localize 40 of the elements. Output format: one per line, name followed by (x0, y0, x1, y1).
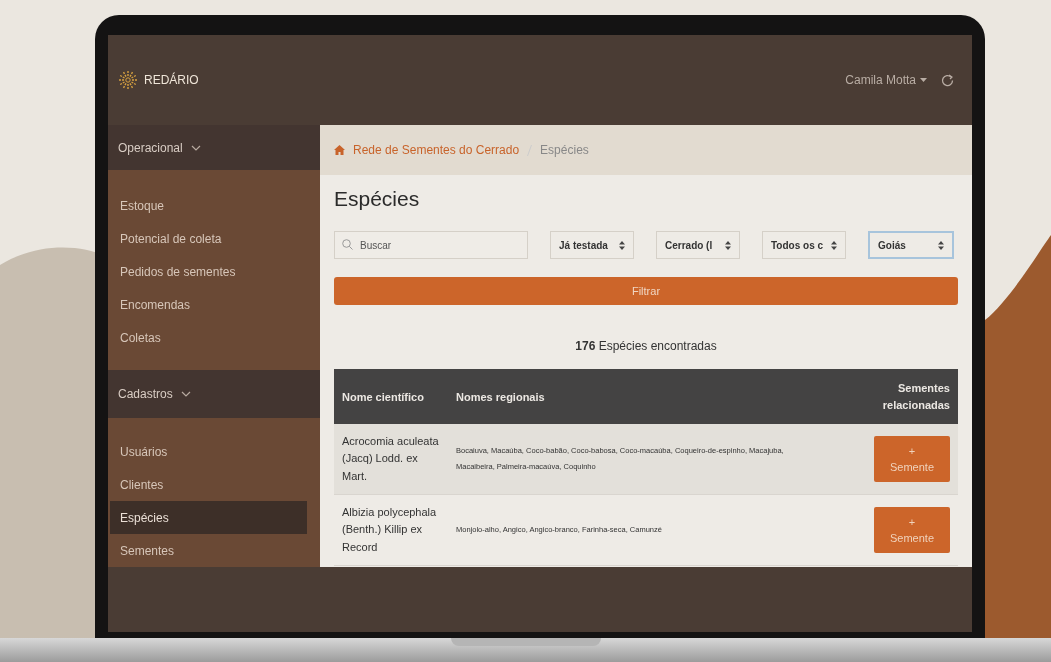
breadcrumb-link[interactable]: Rede de Sementes do Cerrado (353, 143, 520, 157)
add-seed-button[interactable]: + Semente (874, 436, 950, 482)
sort-arrows-icon (831, 240, 837, 250)
page-title: Espécies (334, 187, 421, 212)
user-menu[interactable]: Camila Motta (845, 73, 916, 87)
add-seed-button[interactable]: + Semente (874, 507, 950, 553)
filter-button[interactable]: Filtrar (334, 277, 958, 305)
sort-arrows-icon (619, 240, 625, 250)
menu-group-header[interactable]: Operacional (108, 125, 320, 170)
column-header: Nome científico (342, 390, 425, 403)
sidebar-item[interactable]: Coletas (110, 321, 307, 354)
sidebar-item[interactable]: Pedidos de sementes (110, 255, 307, 288)
brand-name: REDÁRIO (144, 73, 199, 87)
filter-dropdown[interactable]: Todos os c (762, 231, 846, 259)
caret-icon[interactable] (920, 77, 927, 83)
sidebar-item[interactable]: Potencial de coleta (110, 222, 307, 255)
sort-arrows-icon (725, 240, 731, 250)
sidebar-item[interactable]: Estoque (110, 189, 307, 222)
chevron-icon (180, 390, 191, 398)
breadcrumb-current: Espécies (540, 143, 589, 157)
scientific-name: Acrocomia aculeata (Jacq) Lodd. ex Mart. (342, 434, 440, 484)
sidebar-item[interactable]: Sementes (110, 534, 307, 567)
scientific-name: Albizia polycephala (Benth.) Killip ex Record (342, 505, 438, 555)
sidebar-item[interactable]: Encomendas (110, 288, 307, 321)
filter-dropdown[interactable]: Já testada (550, 231, 634, 259)
search-field[interactable]: Buscar (334, 231, 528, 259)
chevron-icon (190, 143, 201, 152)
filter-dropdown[interactable]: Goiás (868, 231, 954, 259)
column-header: Sementes relacionadas (881, 381, 950, 413)
column-header: Nomes regionais (456, 390, 546, 403)
sidebar-item[interactable]: Espécies (110, 501, 307, 534)
filter-dropdown[interactable]: Cerrado (l (656, 231, 740, 259)
refresh-icon[interactable] (941, 73, 954, 87)
menu-group-header[interactable]: Cadastros (108, 370, 320, 418)
sidebar-item[interactable]: Usuários (110, 435, 307, 468)
result-count: 176 Espécies encontradas (574, 339, 718, 355)
sidebar-item[interactable]: Clientes (110, 468, 307, 501)
home-icon[interactable] (334, 145, 345, 155)
sun-logo-icon (118, 70, 138, 90)
sort-arrows-icon (938, 240, 944, 250)
